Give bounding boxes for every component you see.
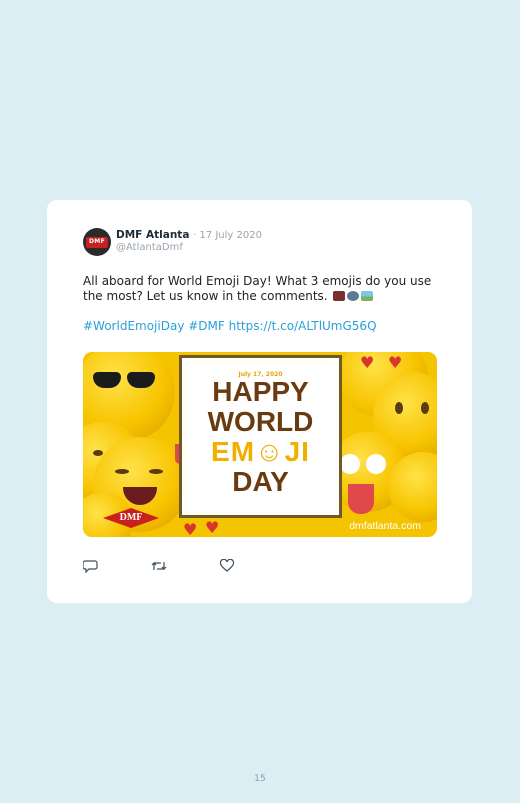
gear-emoji (347, 290, 360, 301)
banner-line-1: HAPPY (212, 376, 309, 407)
tweet-hashtags-link[interactable]: #WorldEmojiDay #DMF https://t.co/ALTlUmG… (83, 319, 377, 333)
emoji-eye (421, 402, 429, 414)
like-icon[interactable] (219, 558, 235, 572)
author-handle[interactable]: @AtlantaDmf (116, 242, 183, 253)
heart-eye-icon: ♥ (360, 353, 375, 372)
emoji-eye (340, 454, 360, 474)
author-line: DMF Atlanta · 17 July 2020 (116, 229, 262, 241)
emoji-tongue (348, 484, 374, 514)
heart-icon: ♥ (183, 520, 198, 538)
tweet-text-block: All aboard for World Emoji Day! What 3 e… (83, 274, 433, 303)
tweet-text: All aboard for World Emoji Day! What 3 e… (83, 274, 432, 303)
landscape-emoji (361, 290, 374, 301)
emoji-mouth (123, 487, 157, 505)
tweet-date[interactable]: · 17 July 2020 (193, 230, 262, 241)
dmf-logo: DMF (103, 508, 159, 528)
tweet-card: DMF DMF Atlanta · 17 July 2020 @AtlantaD… (47, 200, 472, 603)
avatar[interactable]: DMF (83, 228, 111, 256)
site-url: dmfatlanta.com (349, 520, 421, 532)
sunglasses-lens (127, 372, 155, 388)
banner-inner: July 17, 2020 HAPPY WORLD EM☺JI DAY (186, 362, 335, 511)
emoji-eye (366, 454, 386, 474)
banner-line-4: DAY (232, 466, 289, 497)
reply-icon[interactable] (82, 558, 99, 574)
tweet-image[interactable]: ♥ ♥ ♥ ♥ July 17, 2020 HAPPY WORLD EM☺JI … (83, 352, 437, 537)
emoji-eye (149, 469, 163, 474)
dmf-logo-text: DMF (119, 512, 143, 523)
emoji-eye (115, 469, 129, 474)
author-name[interactable]: DMF Atlanta (116, 229, 189, 241)
heart-eye-icon: ♥ (388, 353, 403, 372)
banner-line-2: WORLD (207, 406, 314, 437)
banner-line-3: EM☺JI (211, 436, 310, 467)
avatar-logo-text: DMF (89, 238, 105, 245)
emoji-day-banner: July 17, 2020 HAPPY WORLD EM☺JI DAY (179, 355, 342, 518)
emoji-eye (395, 402, 403, 414)
train-emoji (333, 290, 346, 301)
heart-icon: ♥ (205, 518, 220, 537)
sunglasses-lens (93, 372, 121, 388)
page-number: 15 (254, 774, 266, 784)
retweet-icon[interactable] (150, 558, 167, 572)
